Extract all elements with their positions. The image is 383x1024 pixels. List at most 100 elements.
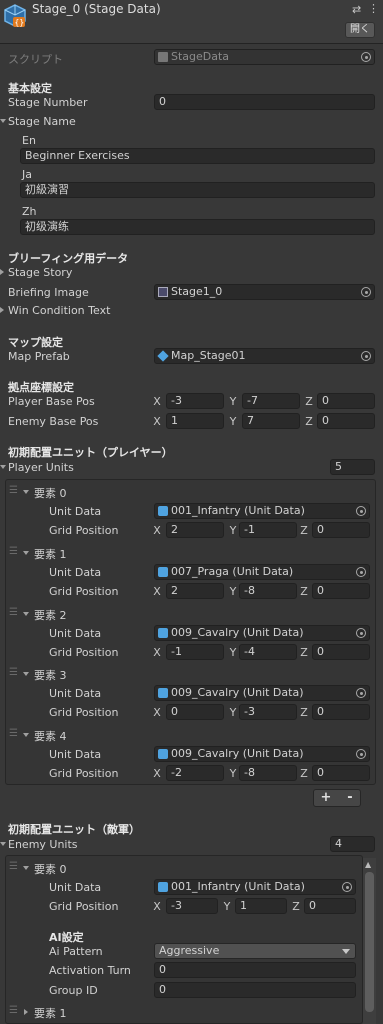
- foldout-arrow-icon[interactable]: [23, 551, 29, 555]
- element-label[interactable]: 要素 0: [34, 485, 67, 501]
- scriptable-object-icon: [158, 628, 168, 638]
- grid-x[interactable]: 2: [166, 583, 224, 599]
- enemy-units-label[interactable]: Enemy Units: [8, 838, 78, 851]
- foldout-arrow-icon[interactable]: [23, 672, 29, 676]
- ja-field[interactable]: 初級演習: [20, 182, 375, 198]
- object-picker-icon[interactable]: [356, 506, 366, 516]
- map-prefab-label: Map Prefab: [8, 350, 70, 363]
- element-label[interactable]: 要素 1: [34, 1005, 67, 1021]
- grid-y[interactable]: -8: [239, 765, 297, 781]
- player-base-z[interactable]: 0: [317, 393, 375, 409]
- drag-handle-icon[interactable]: ☰: [9, 667, 18, 678]
- en-field[interactable]: Beginner Exercises: [20, 148, 375, 164]
- grid-y[interactable]: -8: [239, 583, 297, 599]
- element-label[interactable]: 要素 3: [34, 667, 67, 683]
- briefing-image-field[interactable]: Stage1_0: [154, 284, 375, 300]
- win-condition-label[interactable]: Win Condition Text: [8, 304, 110, 317]
- foldout-arrow-icon[interactable]: [0, 307, 4, 313]
- unit-data-field[interactable]: 009_Cavalry (Unit Data): [154, 685, 370, 701]
- grid-z[interactable]: 0: [312, 644, 370, 660]
- foldout-arrow-icon[interactable]: [0, 465, 6, 469]
- unit-data-field[interactable]: 001_Infantry (Unit Data): [154, 879, 356, 895]
- object-picker-icon[interactable]: [356, 749, 366, 759]
- scroll-up-icon[interactable]: ▲: [365, 860, 371, 869]
- zh-field[interactable]: 初级演练: [20, 219, 375, 235]
- player-units-count[interactable]: 5: [330, 459, 375, 475]
- foldout-arrow-icon[interactable]: [0, 119, 6, 123]
- object-picker-icon[interactable]: [356, 567, 366, 577]
- activation-turn-field[interactable]: 0: [154, 962, 356, 978]
- unit-data-value: 009_Cavalry (Unit Data): [171, 626, 304, 639]
- foldout-arrow-icon[interactable]: [24, 1009, 28, 1015]
- y-axis-label: Y: [229, 415, 237, 428]
- object-picker-icon: [361, 52, 371, 62]
- grid-x[interactable]: -3: [166, 898, 218, 914]
- map-prefab-field[interactable]: Map_Stage01: [154, 348, 375, 364]
- element-label[interactable]: 要素 0: [34, 861, 67, 877]
- element-label[interactable]: 要素 2: [34, 607, 67, 623]
- foldout-arrow-icon[interactable]: [0, 842, 6, 846]
- grid-y[interactable]: -3: [239, 704, 297, 720]
- grid-x[interactable]: -2: [166, 765, 224, 781]
- grid-z[interactable]: 0: [312, 522, 370, 538]
- settings-sliders-icon[interactable]: ⇄: [352, 3, 361, 16]
- grid-y[interactable]: -1: [239, 522, 297, 538]
- stage-name-label[interactable]: Stage Name: [8, 115, 76, 128]
- stage-story-label[interactable]: Stage Story: [8, 266, 72, 279]
- object-picker-icon[interactable]: [356, 628, 366, 638]
- unit-data-field[interactable]: 009_Cavalry (Unit Data): [154, 625, 370, 641]
- ai-pattern-dropdown[interactable]: Aggressive: [154, 943, 356, 959]
- group-id-label: Group ID: [49, 984, 98, 997]
- scrollbar-thumb[interactable]: [365, 872, 374, 1012]
- unit-data-field[interactable]: 007_Praga (Unit Data): [154, 564, 370, 580]
- unit-data-field[interactable]: 001_Infantry (Unit Data): [154, 503, 370, 519]
- ai-pattern-value: Aggressive: [159, 944, 220, 957]
- group-id-field[interactable]: 0: [154, 982, 356, 998]
- en-label: En: [22, 134, 36, 147]
- foldout-arrow-icon[interactable]: [0, 269, 4, 275]
- drag-handle-icon[interactable]: ☰: [9, 607, 18, 618]
- element-label[interactable]: 要素 4: [34, 728, 67, 744]
- enemy-base-z[interactable]: 0: [317, 413, 375, 429]
- drag-handle-icon[interactable]: ☰: [9, 861, 18, 872]
- drag-handle-icon[interactable]: ☰: [9, 485, 18, 496]
- foldout-arrow-icon[interactable]: [23, 866, 29, 870]
- grid-z[interactable]: 0: [304, 898, 356, 914]
- briefing-image-value: Stage1_0: [171, 285, 223, 298]
- object-picker-icon[interactable]: [361, 351, 371, 361]
- foldout-arrow-icon[interactable]: [23, 733, 29, 737]
- script-label: スクリプト: [8, 53, 63, 66]
- unit-data-field[interactable]: 009_Cavalry (Unit Data): [154, 746, 370, 762]
- player-base-y[interactable]: -7: [242, 393, 300, 409]
- element-label[interactable]: 要素 1: [34, 546, 67, 562]
- remove-element-button[interactable]: -: [338, 790, 362, 806]
- foldout-arrow-icon[interactable]: [23, 490, 29, 494]
- grid-z[interactable]: 0: [312, 765, 370, 781]
- drag-handle-icon[interactable]: ☰: [9, 546, 18, 557]
- enemy-base-y[interactable]: 7: [242, 413, 300, 429]
- grid-y[interactable]: -4: [239, 644, 297, 660]
- more-menu-icon[interactable]: ⋮: [368, 2, 379, 15]
- open-button[interactable]: 開く: [345, 22, 375, 38]
- object-picker-icon[interactable]: [356, 688, 366, 698]
- grid-x[interactable]: 2: [166, 522, 224, 538]
- grid-x[interactable]: -1: [166, 644, 224, 660]
- prefab-cube-icon: [157, 350, 169, 362]
- player-units-label[interactable]: Player Units: [8, 461, 74, 474]
- object-picker-icon[interactable]: [361, 287, 371, 297]
- player-base-x[interactable]: -3: [166, 393, 224, 409]
- enemy-units-count[interactable]: 4: [330, 836, 375, 852]
- grid-x[interactable]: 0: [166, 704, 224, 720]
- add-element-button[interactable]: +: [314, 790, 338, 806]
- grid-z[interactable]: 0: [312, 583, 370, 599]
- drag-handle-icon[interactable]: ☰: [9, 728, 18, 739]
- stage-number-field[interactable]: 0: [154, 94, 375, 110]
- grid-z[interactable]: 0: [312, 704, 370, 720]
- enemy-base-x[interactable]: 1: [166, 413, 224, 429]
- grid-position-label: Grid Position: [49, 524, 119, 537]
- dropdown-arrow-icon: [342, 949, 350, 954]
- foldout-arrow-icon[interactable]: [23, 612, 29, 616]
- drag-handle-icon[interactable]: ☰: [9, 1005, 18, 1016]
- object-picker-icon[interactable]: [342, 882, 352, 892]
- grid-y[interactable]: 1: [235, 898, 287, 914]
